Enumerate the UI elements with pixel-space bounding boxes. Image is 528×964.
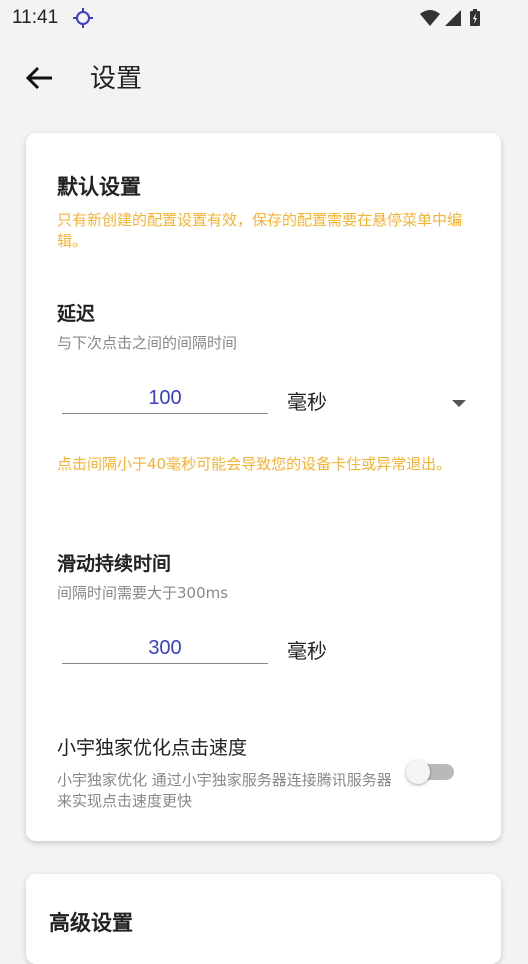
advanced-settings-title: 高级设置	[49, 911, 133, 935]
swipe-duration-unit: 毫秒	[287, 639, 327, 663]
status-time: 11:41	[12, 7, 59, 28]
arrow-left-icon	[25, 66, 52, 90]
default-settings-note: 只有新创建的配置设置有效，保存的配置需要在悬停菜单中编辑。	[57, 211, 463, 250]
toggle-thumb	[406, 760, 430, 784]
swipe-duration-desc: 间隔时间需要大于300ms	[57, 584, 229, 602]
delay-unit-label: 毫秒	[287, 390, 327, 414]
delay-title: 延迟	[57, 303, 96, 325]
wifi-icon	[420, 10, 440, 26]
back-button[interactable]	[22, 60, 58, 96]
location-icon	[72, 7, 94, 33]
page-title: 设置	[90, 64, 143, 94]
swipe-duration-title: 滑动持续时间	[57, 553, 172, 575]
delay-warning: 点击间隔小于40毫秒可能会导致您的设备卡住或异常退出。	[57, 455, 452, 473]
delay-input[interactable]	[62, 383, 268, 414]
signal-icon	[445, 10, 461, 26]
status-icons	[418, 8, 488, 34]
app-bar: 设置	[0, 36, 528, 120]
battery-icon	[470, 9, 480, 26]
default-settings-card: 默认设置 只有新创建的配置设置有效，保存的配置需要在悬停菜单中编辑。 延迟 与下…	[26, 133, 501, 841]
default-settings-title: 默认设置	[57, 175, 141, 199]
advanced-settings-card: 高级设置	[26, 874, 501, 964]
swipe-duration-input[interactable]	[62, 633, 268, 664]
dropdown-arrow-icon[interactable]	[451, 394, 467, 413]
status-bar: 11:41	[0, 0, 528, 36]
delay-desc: 与下次点击之间的间隔时间	[57, 334, 238, 352]
optimize-desc: 小宇独家优化 通过小宇独家服务器连接腾讯服务器来实现点击速度更快	[57, 771, 392, 810]
delay-unit-select[interactable]: 毫秒	[287, 386, 327, 415]
optimize-toggle[interactable]	[406, 757, 458, 787]
optimize-title: 小宇独家优化点击速度	[57, 737, 248, 759]
